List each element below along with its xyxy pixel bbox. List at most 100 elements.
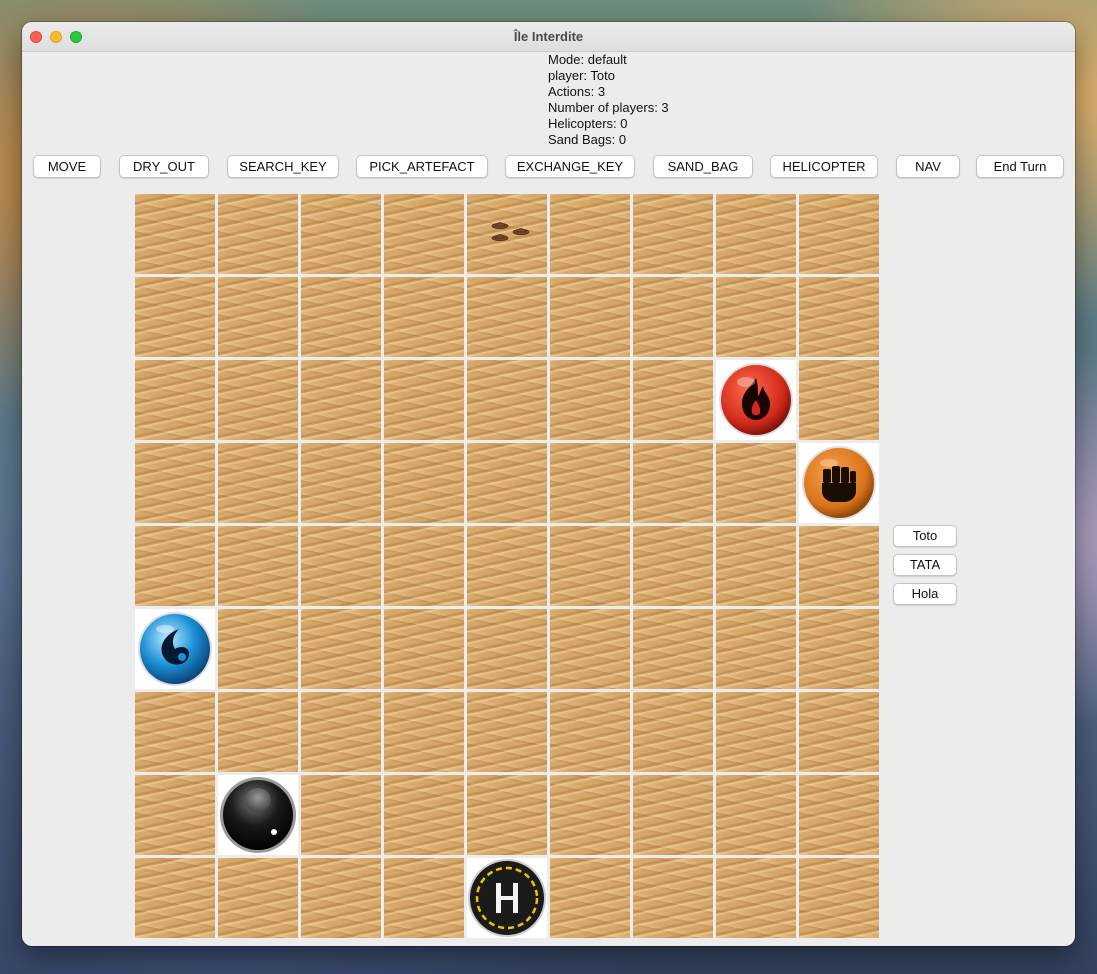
board-tile-sand[interactable] (716, 775, 796, 855)
board-tile-sand[interactable] (301, 609, 381, 689)
board-tile-sand[interactable] (301, 443, 381, 523)
board-tile-sand[interactable] (384, 775, 464, 855)
board-tile-sand[interactable] (550, 277, 630, 357)
board-tile-sand[interactable] (716, 858, 796, 938)
player-button-tata[interactable]: TATA (893, 554, 957, 576)
player-button-hola[interactable]: Hola (893, 583, 957, 605)
board-tile-sand[interactable] (550, 194, 630, 274)
board-tile-sand[interactable] (301, 526, 381, 606)
board-tile-sand[interactable] (384, 277, 464, 357)
board-tile-sand[interactable] (301, 858, 381, 938)
title-bar: Île Interdite (22, 22, 1075, 52)
board-tile-sand[interactable] (218, 526, 298, 606)
board-tile-sand[interactable] (799, 526, 879, 606)
board-tile-sand[interactable] (384, 443, 464, 523)
board-tile-heliport[interactable] (467, 858, 547, 938)
board-tile-sand[interactable] (467, 360, 547, 440)
board-tile-sand[interactable] (633, 194, 713, 274)
board-tile-sand[interactable] (633, 277, 713, 357)
board-tile-sand[interactable] (799, 692, 879, 772)
board-tile-sand[interactable] (135, 360, 215, 440)
board-tile-sand[interactable] (550, 360, 630, 440)
board-tile-sand[interactable] (799, 609, 879, 689)
board-tile-sand[interactable] (467, 775, 547, 855)
board-tile-sand[interactable] (301, 277, 381, 357)
board-tile-sand[interactable] (716, 692, 796, 772)
board-tile-air-artefact[interactable] (218, 775, 298, 855)
players-pawns-icon (467, 194, 547, 274)
board-tile-sand[interactable] (467, 609, 547, 689)
board-tile-sand[interactable] (135, 858, 215, 938)
board-tile-sand[interactable] (633, 858, 713, 938)
board-tile-sand[interactable] (550, 858, 630, 938)
heliport-icon (467, 858, 547, 938)
move-button[interactable]: MOVE (33, 155, 101, 178)
board-tile-sand[interactable] (135, 526, 215, 606)
board-tile-sand[interactable] (633, 609, 713, 689)
board-tile-sand[interactable] (550, 609, 630, 689)
board-tile-sand[interactable] (135, 692, 215, 772)
exchange-key-button[interactable]: EXCHANGE_KEY (505, 155, 635, 178)
board-tile-sand[interactable] (218, 360, 298, 440)
board-tile-sand[interactable] (799, 194, 879, 274)
board-tile-players-pawns[interactable] (467, 194, 547, 274)
board-tile-sand[interactable] (550, 526, 630, 606)
board-tile-sand[interactable] (135, 194, 215, 274)
helicopter-button[interactable]: HELICOPTER (770, 155, 878, 178)
board-tile-sand[interactable] (716, 526, 796, 606)
board-tile-sand[interactable] (218, 692, 298, 772)
board-tile-sand[interactable] (218, 858, 298, 938)
board-tile-sand[interactable] (301, 692, 381, 772)
board-tile-sand[interactable] (384, 526, 464, 606)
search-key-button[interactable]: SEARCH_KEY (227, 155, 339, 178)
board-tile-sand[interactable] (135, 443, 215, 523)
board-tile-sand[interactable] (384, 692, 464, 772)
board-tile-sand[interactable] (799, 360, 879, 440)
nav-button[interactable]: NAV (896, 155, 960, 178)
board-tile-sand[interactable] (716, 443, 796, 523)
mode-label: Mode: default (548, 52, 627, 67)
game-window: Île Interdite Mode: default player: Toto… (22, 22, 1075, 946)
board-tile-earth-artefact[interactable] (799, 443, 879, 523)
board-tile-sand[interactable] (301, 775, 381, 855)
board-tile-sand[interactable] (384, 858, 464, 938)
board-tile-sand[interactable] (218, 277, 298, 357)
board-tile-sand[interactable] (301, 360, 381, 440)
board-tile-sand[interactable] (799, 277, 879, 357)
board-tile-sand[interactable] (384, 194, 464, 274)
board-tile-sand[interactable] (218, 194, 298, 274)
board-tile-sand[interactable] (799, 858, 879, 938)
board-tile-sand[interactable] (716, 194, 796, 274)
board-tile-sand[interactable] (716, 277, 796, 357)
player-button-toto[interactable]: Toto (893, 525, 957, 547)
board-tile-sand[interactable] (633, 692, 713, 772)
board-tile-sand[interactable] (135, 277, 215, 357)
board-tile-sand[interactable] (384, 609, 464, 689)
board-tile-sand[interactable] (633, 360, 713, 440)
board-tile-sand[interactable] (301, 194, 381, 274)
board-tile-sand[interactable] (550, 443, 630, 523)
board-tile-sand[interactable] (467, 277, 547, 357)
board-tile-sand[interactable] (716, 609, 796, 689)
sand-bag-button[interactable]: SAND_BAG (653, 155, 753, 178)
board-tile-fire-artefact[interactable] (716, 360, 796, 440)
board-tile-sand[interactable] (218, 609, 298, 689)
board-tile-sand[interactable] (135, 775, 215, 855)
board-tile-sand[interactable] (550, 692, 630, 772)
board-tile-sand[interactable] (467, 692, 547, 772)
board-tile-sand[interactable] (467, 443, 547, 523)
board-tile-water-artefact[interactable] (135, 609, 215, 689)
board-tile-sand[interactable] (550, 775, 630, 855)
end-turn-button[interactable]: End Turn (976, 155, 1064, 178)
board-tile-sand[interactable] (467, 526, 547, 606)
board-tile-sand[interactable] (633, 443, 713, 523)
board-tile-sand[interactable] (633, 775, 713, 855)
pick-artefact-button[interactable]: PICK_ARTEFACT (356, 155, 488, 178)
board-tile-sand[interactable] (633, 526, 713, 606)
board-tile-sand[interactable] (799, 775, 879, 855)
board-tile-sand[interactable] (384, 360, 464, 440)
game-status-panel: Mode: default player: Toto Actions: 3 Nu… (548, 52, 848, 148)
board-tile-sand[interactable] (218, 443, 298, 523)
dry-out-button[interactable]: DRY_OUT (119, 155, 209, 178)
water-artefact-icon (135, 609, 215, 689)
